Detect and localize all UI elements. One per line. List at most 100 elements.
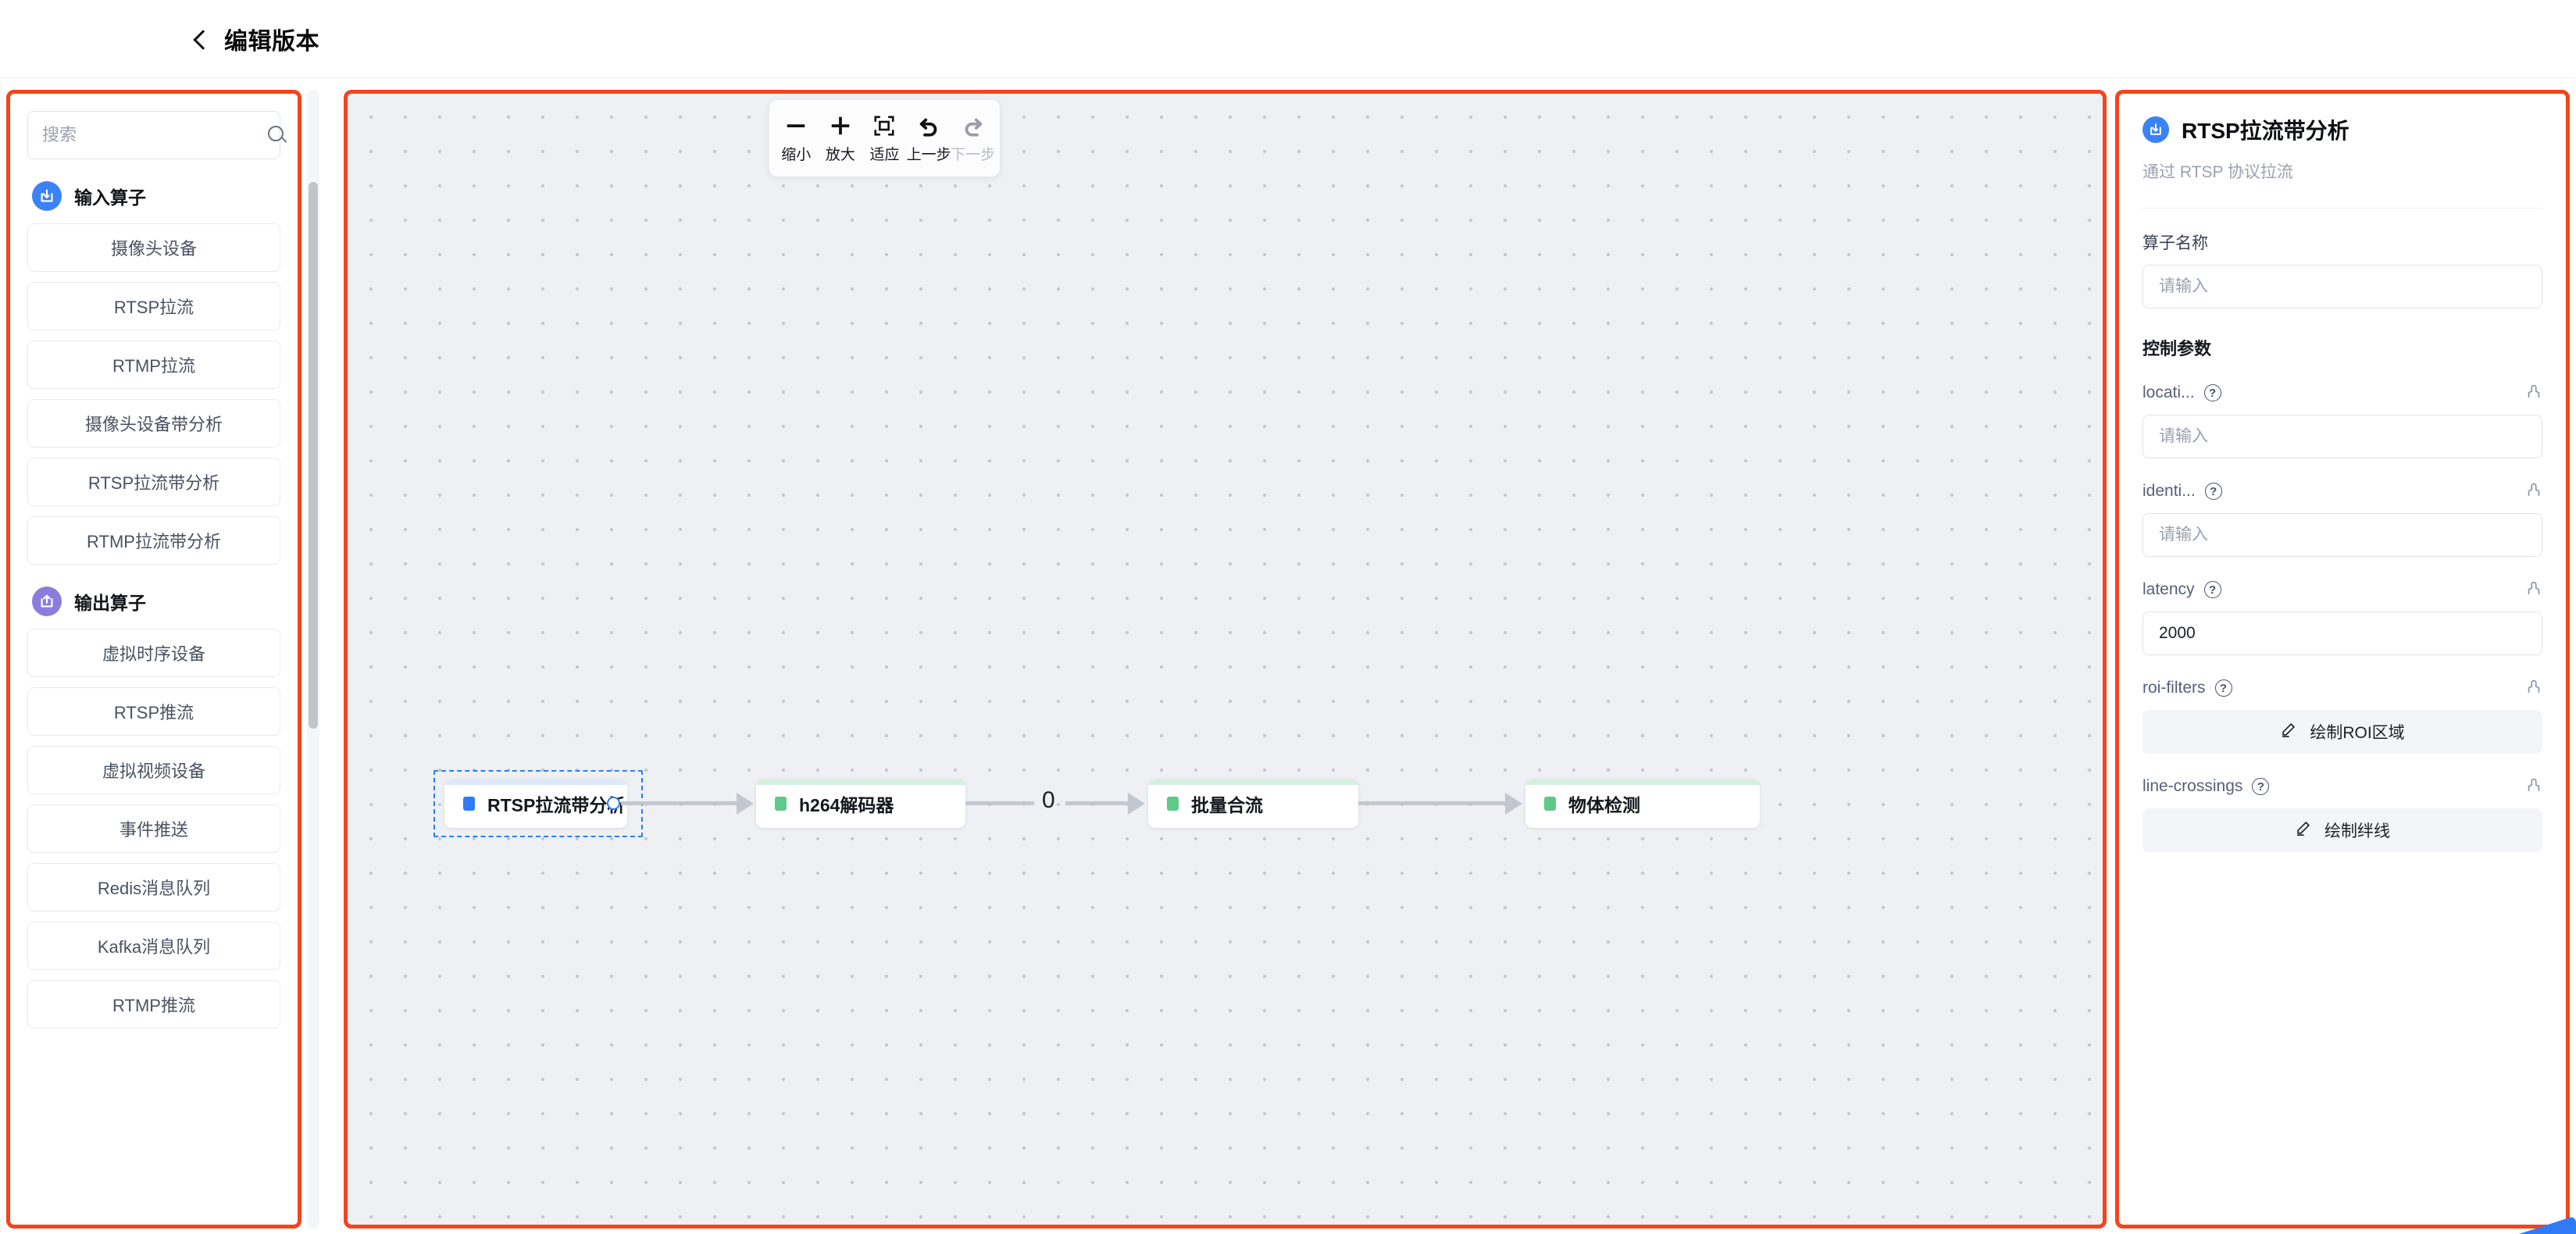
- sidebar-item-kafka-queue[interactable]: Kafka消息队列: [27, 922, 280, 970]
- operator-label: RTMP拉流带分析: [87, 532, 221, 551]
- page-title: 编辑版本: [224, 29, 319, 55]
- param-input-location[interactable]: [2143, 415, 2542, 458]
- param-name: locati...: [2143, 383, 2195, 401]
- variable-icon[interactable]: [2525, 480, 2542, 502]
- sidebar-group-header-input: 输入算子: [32, 181, 280, 211]
- panel-divider: [2143, 208, 2542, 209]
- sidebar-item-rtsp-push[interactable]: RTSP推流: [27, 687, 280, 736]
- undo-icon: [917, 113, 940, 138]
- zoom-out-button[interactable]: 缩小: [775, 113, 817, 164]
- canvas-node-rtsp-pull-analysis[interactable]: RTSP拉流带分析: [444, 779, 627, 828]
- param-name: roi-filters: [2143, 679, 2206, 697]
- question-mark-icon[interactable]: ?: [2203, 581, 2221, 598]
- sidebar-item-event-push[interactable]: 事件推送: [27, 804, 280, 853]
- param-label-line-crossings: line-crossings ?: [2143, 776, 2542, 797]
- sidebar-item-rtsp-pull[interactable]: RTSP拉流: [27, 282, 280, 330]
- undo-button[interactable]: 上一步: [906, 113, 951, 164]
- panel-title: RTSP拉流带分析: [2182, 119, 2349, 143]
- param-input-identifier[interactable]: [2143, 513, 2542, 557]
- operator-label: 虚拟时序设备: [102, 644, 205, 664]
- node-label: RTSP拉流带分析: [487, 795, 626, 815]
- sidebar-scrollbar-thumb[interactable]: [309, 182, 318, 729]
- param-label-location: locati... ?: [2143, 382, 2542, 404]
- toolbar-label: 缩小: [781, 146, 812, 163]
- pencil-icon: [2280, 721, 2297, 743]
- variable-icon[interactable]: [2525, 382, 2542, 404]
- sidebar-group-label: 输出算子: [74, 593, 146, 613]
- param-name: line-crossings: [2143, 777, 2243, 795]
- sidebar-group-header-output: 输出算子: [32, 587, 280, 616]
- node-output-port[interactable]: [607, 797, 620, 810]
- draw-tripwire-button[interactable]: 绘制绊线: [2143, 808, 2542, 852]
- node-properties-panel: RTSP拉流带分析 通过 RTSP 协议拉流 算子名称 控制参数 locati.…: [2115, 90, 2570, 1229]
- node-status-dot: [463, 797, 475, 811]
- chevron-left-icon[interactable]: [191, 30, 209, 48]
- question-mark-icon[interactable]: ?: [2204, 483, 2222, 500]
- search-box[interactable]: [27, 111, 284, 159]
- output-operator-icon: [32, 587, 62, 616]
- variable-icon[interactable]: [2525, 776, 2542, 797]
- redo-icon: [962, 113, 985, 138]
- sidebar-item-rtmp-pull[interactable]: RTMP拉流: [27, 341, 280, 389]
- sidebar-item-camera-device[interactable]: 摄像头设备: [27, 223, 280, 272]
- panel-description: 通过 RTSP 协议拉流: [2143, 163, 2293, 181]
- canvas-edge[interactable]: [1358, 801, 1508, 805]
- plus-icon: [829, 113, 852, 138]
- operator-label: RTMP拉流: [112, 356, 195, 376]
- variable-icon[interactable]: [2525, 579, 2542, 601]
- canvas-toolbar: 缩小 放大 适应 上一步 下一步: [769, 100, 1000, 177]
- question-mark-icon[interactable]: ?: [2203, 384, 2221, 401]
- pipeline-canvas[interactable]: 缩小 放大 适应 上一步 下一步 RTSP拉流带分析 h264解码器 0 批量合…: [344, 90, 2107, 1229]
- node-label: 物体检测: [1568, 795, 1640, 815]
- edge-arrow-icon: [1128, 793, 1145, 815]
- sidebar-item-virtual-timeseries-device[interactable]: 虚拟时序设备: [27, 629, 280, 677]
- sidebar-item-rtmp-pull-analysis[interactable]: RTMP拉流带分析: [27, 516, 280, 565]
- param-input-latency[interactable]: [2143, 612, 2542, 655]
- operator-label: Redis消息队列: [97, 879, 211, 898]
- input-operator-icon: [2143, 116, 2169, 143]
- node-status-dot: [775, 797, 787, 811]
- sidebar-item-redis-queue[interactable]: Redis消息队列: [27, 863, 280, 911]
- page-root: 编辑版本 输入算子 摄像头设备 RTSP: [0, 0, 2576, 1234]
- canvas-node-object-detection[interactable]: 物体检测: [1525, 779, 1760, 828]
- pencil-icon: [2295, 819, 2312, 841]
- edge-arrow-icon: [1505, 793, 1522, 815]
- toolbar-label: 放大: [825, 146, 855, 163]
- draw-roi-button[interactable]: 绘制ROI区域: [2143, 710, 2542, 754]
- operator-label: 摄像头设备: [110, 239, 197, 259]
- zoom-in-button[interactable]: 放大: [819, 113, 862, 164]
- canvas-node-batch-merge[interactable]: 批量合流: [1148, 779, 1358, 828]
- canvas-edge[interactable]: [965, 801, 1034, 805]
- sidebar-scrollbar[interactable]: [307, 90, 319, 1229]
- draw-tripwire-label: 绘制绊线: [2324, 822, 2390, 840]
- operator-sidebar: 输入算子 摄像头设备 RTSP拉流 RTMP拉流 摄像头设备带分析 RTSP拉流…: [6, 90, 301, 1229]
- question-mark-icon[interactable]: ?: [2252, 778, 2270, 795]
- question-mark-icon[interactable]: ?: [2214, 679, 2232, 697]
- sidebar-item-camera-device-analysis[interactable]: 摄像头设备带分析: [27, 399, 280, 448]
- operator-name-input[interactable]: [2143, 265, 2542, 308]
- operator-label: RTSP推流: [113, 703, 194, 722]
- operator-label: 摄像头设备带分析: [84, 415, 223, 434]
- canvas-edge[interactable]: [621, 801, 740, 805]
- panel-header: RTSP拉流带分析: [2143, 114, 2542, 145]
- operator-label: RTMP推流: [112, 996, 195, 1015]
- toolbar-label: 适应: [869, 146, 900, 163]
- minus-icon: [784, 113, 808, 138]
- canvas-node-h264-decoder[interactable]: h264解码器: [756, 779, 965, 828]
- search-icon[interactable]: [267, 125, 287, 145]
- toolbar-label: 上一步: [906, 146, 951, 163]
- back-button[interactable]: 编辑版本: [191, 22, 319, 56]
- variable-icon[interactable]: [2525, 677, 2542, 699]
- sidebar-item-rtsp-pull-analysis[interactable]: RTSP拉流带分析: [27, 458, 280, 506]
- sidebar-item-virtual-video-device[interactable]: 虚拟视频设备: [27, 746, 280, 794]
- toolbar-label: 下一步: [951, 146, 996, 163]
- search-input[interactable]: [42, 125, 267, 145]
- sidebar-item-rtmp-push[interactable]: RTMP推流: [27, 980, 280, 1029]
- draw-roi-label: 绘制ROI区域: [2310, 724, 2405, 742]
- canvas-edge[interactable]: [1065, 801, 1131, 805]
- param-label-roi-filters: roi-filters ?: [2143, 677, 2542, 699]
- operator-label: RTSP拉流: [113, 298, 194, 317]
- input-operator-icon: [32, 181, 62, 211]
- redo-button[interactable]: 下一步: [951, 113, 996, 164]
- fit-screen-button[interactable]: 适应: [863, 113, 905, 164]
